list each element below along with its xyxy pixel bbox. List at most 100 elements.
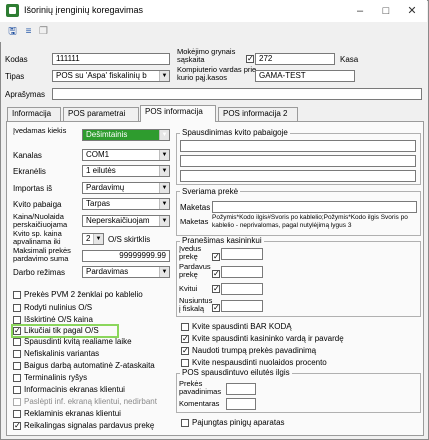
pardavus-preke-field[interactable]	[221, 266, 263, 278]
spausdinimas-line-1[interactable]	[180, 140, 416, 152]
nusiuntus-field[interactable]	[221, 300, 263, 312]
tipas-label: Tipas	[5, 72, 25, 81]
kodas-field[interactable]: 111111	[52, 53, 170, 65]
checkbox[interactable]	[13, 386, 21, 394]
toolbar	[0, 22, 427, 42]
nusiuntus-checkbox[interactable]: ✓	[212, 304, 220, 312]
checkbox	[13, 398, 21, 406]
checkbox[interactable]	[181, 323, 189, 331]
checkbox[interactable]	[13, 350, 21, 358]
kas-checkbox[interactable]: ✓	[246, 55, 254, 63]
sveriama-group-title: Sveriama prekė	[180, 187, 241, 196]
kvitui-checkbox[interactable]: ✓	[212, 285, 220, 293]
checkbox[interactable]	[13, 338, 21, 346]
checkbox[interactable]: ✓	[13, 422, 21, 430]
app-icon	[6, 4, 19, 17]
tab-informacija[interactable]: Informacija	[7, 107, 61, 121]
kvitui-field[interactable]	[221, 283, 263, 295]
aprasymas-field[interactable]	[52, 88, 422, 100]
chk-spausdinti-realiame-laike[interactable]: Spausdinti kvitą realiame laike	[13, 337, 173, 347]
komentaras-field[interactable]	[226, 398, 256, 410]
tree-icon[interactable]: ≡	[22, 25, 35, 38]
checkbox[interactable]	[181, 419, 189, 427]
chevron-down-icon: ▼	[159, 267, 169, 277]
ivedamas-kiekis-select[interactable]: Dešimtainis ▼	[82, 129, 170, 141]
darbo-rezimas-select[interactable]: Pardavimas ▼	[82, 266, 170, 278]
darbo-rezimas-label: Darbo režimas	[13, 268, 66, 277]
kaina-nuolaida-label: Kaina/Nuolaida perskaičiuojama	[13, 212, 68, 229]
tipas-select[interactable]: POS su 'Aspa' fiskalinių b ▼	[52, 70, 170, 82]
checkbox[interactable]: ✓	[181, 347, 189, 355]
chevron-down-icon: ▼	[159, 199, 169, 209]
pardavus-preke-label: Pardavus prekę	[179, 262, 211, 279]
window-title: Išorinių įrenginių koregavimas	[24, 5, 144, 15]
komp-field[interactable]: GAMA-TEST	[255, 70, 355, 82]
kvito-pabaiga-label: Kvito pabaiga	[13, 200, 62, 209]
checkbox[interactable]	[13, 362, 21, 370]
pardavus-preke-checkbox[interactable]: ✓	[212, 270, 220, 278]
save-icon[interactable]: 🖫	[6, 25, 19, 38]
spausdinimas-group-title: Spausdinimas kvito pabaigoje	[180, 128, 290, 137]
max-suma-field[interactable]: 99999999.99	[82, 250, 170, 262]
importas-select[interactable]: Pardavimų ▼	[82, 182, 170, 194]
chk-bar-koda[interactable]: Kvite spausdinti BAR KODĄ	[181, 322, 421, 332]
chevron-down-icon: ▼	[159, 183, 169, 193]
maketas-info: Požymis*Kodo ilgis#Svoris po kablelio;Po…	[212, 214, 408, 229]
checkbox[interactable]: ✓	[13, 327, 21, 335]
ivedus-preke-field[interactable]	[221, 248, 263, 260]
minimize-button[interactable]: –	[347, 0, 373, 22]
close-button[interactable]: ✕	[399, 0, 425, 22]
kanalas-select[interactable]: COM1 ▼	[82, 149, 170, 161]
max-suma-label: Maksimali prekės pardavimo suma	[13, 246, 71, 263]
spausdinimas-line-2[interactable]	[180, 155, 416, 167]
chk-kasininko-varda[interactable]: ✓ Kvite spausdinti kasininko vardą ir pav…	[181, 334, 421, 344]
chk-reklaminis-ekranas[interactable]: Reklaminis ekranas klientui	[13, 409, 173, 419]
chevron-down-icon: ▼	[159, 166, 169, 176]
kanalas-label: Kanalas	[13, 151, 42, 160]
chk-terminalinis-rysys[interactable]: Terminalinis ryšys	[13, 373, 173, 383]
checkbox[interactable]	[13, 410, 21, 418]
checkbox[interactable]	[13, 374, 21, 382]
chk-z-ataskaita[interactable]: Baigus darbą automatinė Z-ataskaita	[13, 361, 173, 371]
tab-pos-informacija[interactable]: POS informacija	[140, 105, 216, 122]
maketas-label: Maketas	[180, 203, 211, 212]
chk-trumpa-pavadinima[interactable]: ✓ Naudoti trumpą prekės pavadinimą	[181, 346, 421, 356]
kaina-nuolaida-select[interactable]: Neperskaičiuojam ▼	[82, 215, 170, 227]
chk-paslepti-ekrana: Paslėpti inf. ekraną klientui, nedirbant	[13, 397, 173, 407]
chk-likuciai-pagal-os[interactable]: ✓ Likučiai tik pagal O/S	[13, 326, 173, 336]
prekes-pavadinimas-field[interactable]	[226, 383, 256, 395]
ekranelis-label: Ekranėlis	[13, 167, 46, 176]
aprasymas-label: Aprašymas	[5, 90, 46, 99]
ekranelis-select[interactable]: 1 eilutės ▼	[82, 165, 170, 177]
importas-label: Importas iš	[13, 184, 53, 193]
chk-rodyti-nulinius[interactable]: Rodyti nulinius O/S	[13, 303, 173, 313]
ivedus-preke-checkbox[interactable]: ✓	[212, 253, 220, 261]
spausdinimas-line-3[interactable]	[180, 170, 416, 182]
kas-label: Mokėjimo grynais sąskaita	[177, 47, 236, 64]
chk-pinigu-aparatas[interactable]: Pajungtas pinigų aparatas	[181, 418, 421, 428]
checkbox[interactable]	[13, 316, 21, 324]
checkbox[interactable]: ✓	[181, 335, 189, 343]
kvito-pabaiga-select[interactable]: Tarpas ▼	[82, 198, 170, 210]
kodas-label: Kodas	[5, 55, 28, 64]
apvalinama-select[interactable]: 2 ▼	[82, 233, 104, 245]
kvitui-label: Kvitui	[179, 284, 198, 293]
checkbox[interactable]	[13, 304, 21, 312]
chk-informacinis-ekranas[interactable]: Informacinis ekranas klientui	[13, 385, 173, 395]
ivedamas-kiekis-label: Įvedamas kiekis	[13, 126, 67, 135]
kas-suffix: Kasa	[340, 55, 359, 64]
chk-nefiskalinis[interactable]: Nefiskalinis variantas	[13, 349, 173, 359]
kas-field[interactable]: 272	[255, 53, 335, 65]
chevron-down-icon: ▼	[159, 216, 169, 226]
tab-pos-informacija-2[interactable]: POS informacija 2	[218, 107, 298, 121]
maketas-field[interactable]	[212, 201, 417, 213]
komentaras-label: Komentaras	[179, 399, 220, 408]
checkbox[interactable]	[13, 291, 21, 299]
maximize-button[interactable]: □	[373, 0, 399, 22]
checkbox[interactable]	[181, 359, 189, 367]
copy-icon[interactable]: ❐	[37, 25, 50, 38]
chk-reikalingas-signalas[interactable]: ✓ Reikalingas signalas pardavus prekę	[13, 421, 175, 431]
chk-nuolaidos-procento[interactable]: Kvite nespausdinti nuolaidos procento	[181, 358, 421, 368]
tab-pos-parametrai[interactable]: POS parametrai	[63, 107, 139, 121]
chk-pvm-2-zenklai[interactable]: Prekės PVM 2 ženklai po kablelio	[13, 290, 173, 300]
